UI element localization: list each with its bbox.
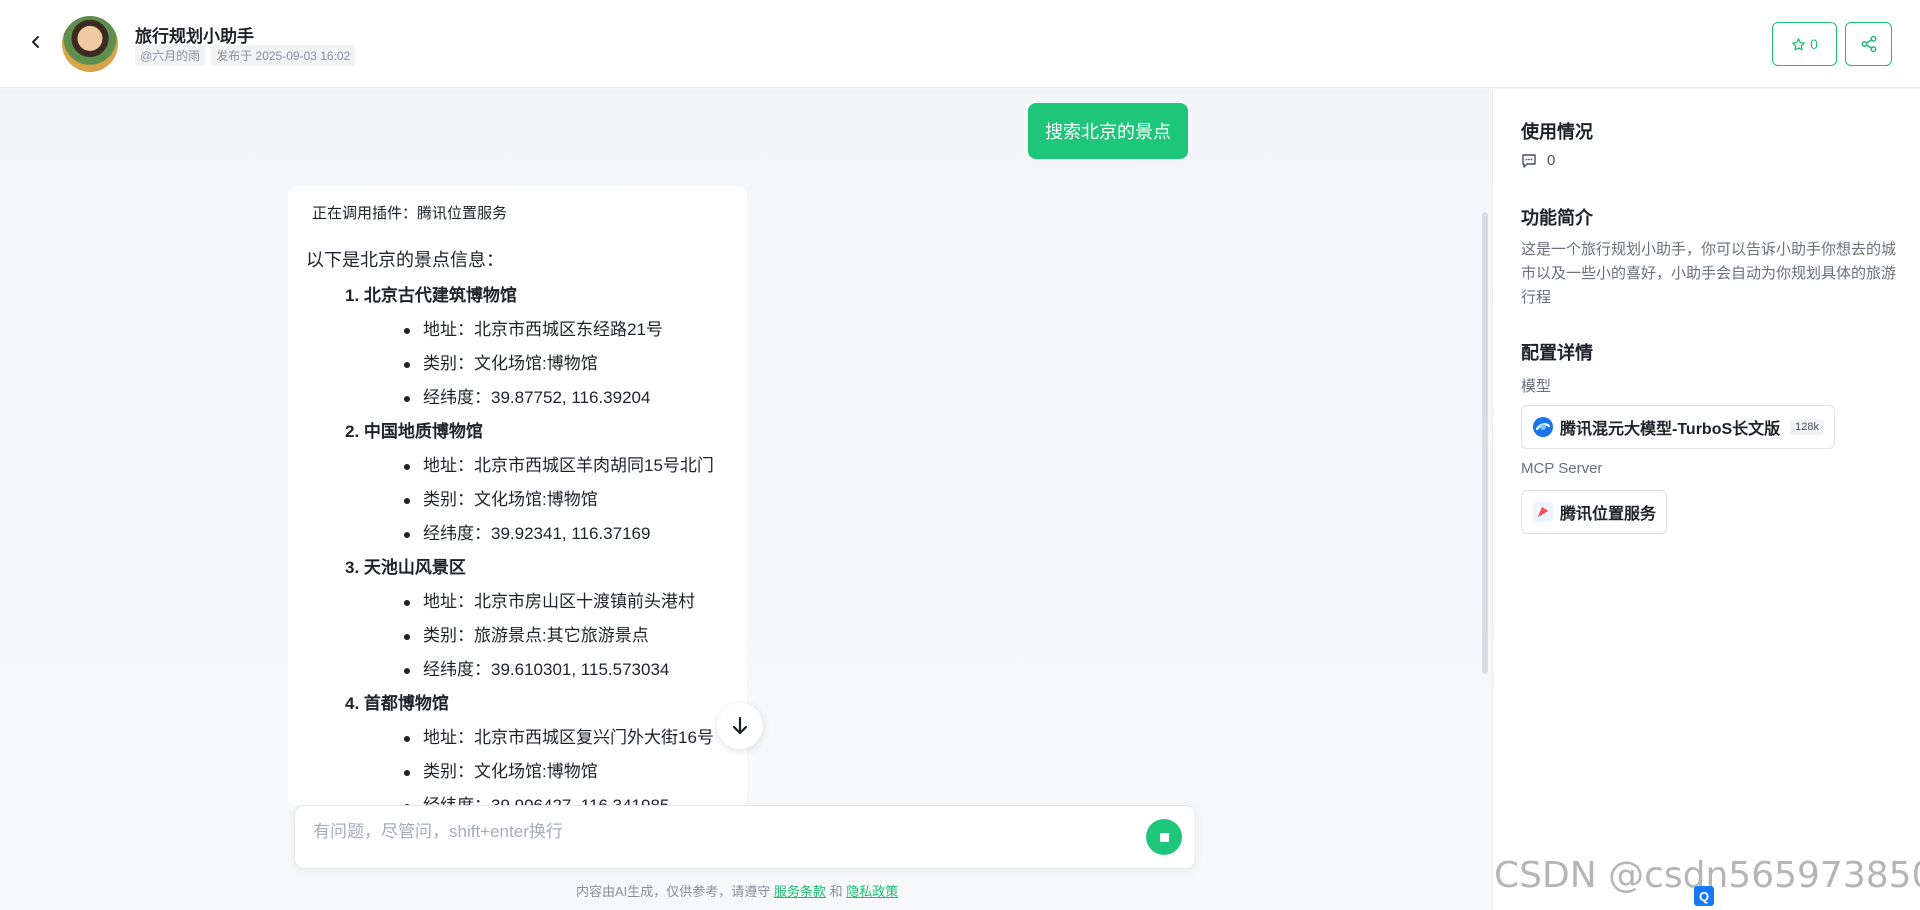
list-item: 1. 北京古代建筑博物馆 地址：北京市西城区东经路21号 类别：文化场馆:博物馆…	[288, 279, 747, 415]
plugin-status: 正在调用插件：腾讯位置服务	[312, 205, 508, 222]
floating-q-icon[interactable]: Q	[1694, 886, 1714, 906]
favorite-button[interactable]: 0	[1772, 22, 1837, 66]
stop-generation-button[interactable]	[1146, 819, 1182, 855]
agent-info-panel: 使用情况 0 功能简介 这是一个旅行规划小助手，你可以告诉小助手你想去的城市以及…	[1492, 89, 1920, 910]
result-intro: 以下是北京的景点信息：	[306, 250, 504, 270]
back-button[interactable]	[24, 30, 48, 54]
model-chip[interactable]: 腾讯混元大模型-TurboS长文版 128k	[1521, 405, 1835, 449]
assistant-message-card: 正在调用插件：腾讯位置服务 以下是北京的景点信息： 1. 北京古代建筑博物馆 地…	[288, 186, 747, 806]
place-title: 1. 北京古代建筑博物馆	[345, 286, 517, 305]
disclaimer: 内容由AI生成，仅供参考，请遵守 服务条款 和 隐私政策	[576, 881, 898, 900]
terms-link[interactable]: 服务条款	[774, 884, 826, 899]
place-category: 类别：文化场馆:博物馆	[288, 755, 747, 789]
favorite-count: 0	[1810, 36, 1818, 52]
mcp-server-name: 腾讯位置服务	[1560, 506, 1657, 523]
chat-input[interactable]	[313, 818, 1133, 846]
disclaimer-and: 和	[829, 884, 843, 899]
chat-input-box	[294, 805, 1196, 869]
place-title: 3. 天池山风景区	[345, 558, 466, 577]
place-address: 地址：北京市房山区十渡镇前头港村	[288, 585, 747, 619]
list-item: 3. 天池山风景区 地址：北京市房山区十渡镇前头港村 类别：旅游景点:其它旅游景…	[288, 551, 747, 687]
intro-text: 这是一个旅行规划小助手，你可以告诉小助手你想去的城市以及一些小的喜好，小助手会自…	[1521, 241, 1897, 306]
place-address: 地址：北京市西城区东经路21号	[288, 313, 747, 347]
author-tag: @六月的雨	[135, 45, 206, 66]
place-title: 4. 首都博物馆	[345, 694, 449, 713]
star-icon	[1792, 37, 1805, 50]
chevron-left-icon	[32, 36, 39, 48]
intro-title: 功能简介	[1521, 208, 1593, 228]
place-coordinates: 经纬度：39.92341, 116.37169	[288, 517, 747, 551]
mcp-server-chip[interactable]: 腾讯位置服务	[1521, 490, 1668, 534]
message-icon	[1522, 153, 1536, 168]
place-coordinates: 经纬度：39.87752, 116.39204	[288, 381, 747, 415]
arrow-down-icon	[732, 716, 748, 735]
location-service-icon	[1533, 502, 1553, 522]
hunyuan-logo-icon	[1533, 417, 1553, 437]
list-item: 4. 首都博物馆 地址：北京市西城区复兴门外大街16号 类别：文化场馆:博物馆 …	[288, 687, 747, 806]
agent-avatar	[62, 16, 118, 72]
user-message-bubble: 搜索北京的景点	[1028, 103, 1188, 159]
place-title: 2. 中国地质博物馆	[345, 422, 483, 441]
place-category: 类别：文化场馆:博物馆	[288, 347, 747, 381]
model-context-badge: 128k	[1790, 419, 1824, 435]
list-item: 2. 中国地质博物馆 地址：北京市西城区羊肉胡同15号北门 类别：文化场馆:博物…	[288, 415, 747, 551]
privacy-link[interactable]: 隐私政策	[846, 884, 898, 899]
usage-title: 使用情况	[1521, 122, 1593, 142]
top-header: 旅行规划小助手 @六月的雨 发布于 2025-09-03 16:02 0	[0, 0, 1920, 88]
results-list: 1. 北京古代建筑博物馆 地址：北京市西城区东经路21号 类别：文化场馆:博物馆…	[288, 279, 747, 806]
usage-count: 0	[1547, 152, 1556, 169]
place-category: 类别：文化场馆:博物馆	[288, 483, 747, 517]
place-category: 类别：旅游景点:其它旅游景点	[288, 619, 747, 653]
disclaimer-text: 内容由AI生成，仅供参考，请遵守	[576, 884, 771, 899]
chat-area: 搜索北京的景点 正在调用插件：腾讯位置服务 以下是北京的景点信息： 1. 北京古…	[0, 89, 1492, 910]
place-address: 地址：北京市西城区复兴门外大街16号	[288, 721, 747, 755]
model-label: 模型	[1521, 378, 1552, 395]
scroll-to-bottom-button[interactable]	[717, 703, 763, 749]
chat-scrollbar[interactable]	[1482, 212, 1488, 674]
usage-stats: 0	[1521, 152, 1555, 169]
publish-time-tag: 发布于 2025-09-03 16:02	[211, 45, 356, 66]
place-address: 地址：北京市西城区羊肉胡同15号北门	[288, 449, 747, 483]
share-button[interactable]	[1845, 22, 1892, 66]
model-name: 腾讯混元大模型-TurboS长文版	[1560, 421, 1781, 438]
share-icon	[1861, 35, 1876, 53]
agent-meta: @六月的雨 发布于 2025-09-03 16:02	[135, 45, 356, 66]
agent-name: 旅行规划小助手	[135, 27, 254, 46]
place-coordinates: 经纬度：39.906427, 116.341985	[288, 789, 747, 806]
stop-icon	[1159, 832, 1169, 842]
place-coordinates: 经纬度：39.610301, 115.573034	[288, 653, 747, 687]
mcp-label: MCP Server	[1521, 460, 1603, 477]
config-title: 配置详情	[1521, 343, 1593, 363]
